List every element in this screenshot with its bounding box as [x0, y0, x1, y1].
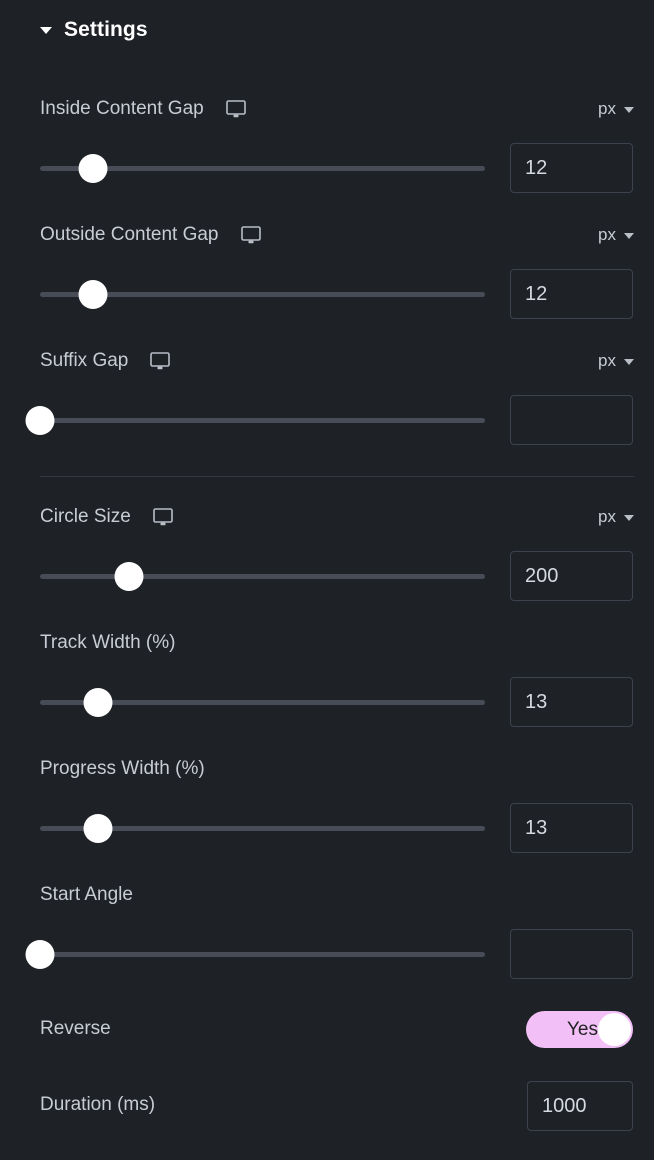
control-label: Suffix Gap — [40, 350, 129, 371]
unit-label: px — [598, 99, 616, 118]
control-header: Progress Width (%) — [40, 758, 634, 780]
control-label: Circle Size — [40, 506, 131, 527]
slider-track[interactable] — [40, 418, 485, 423]
settings-section-header[interactable]: Settings — [40, 18, 148, 42]
slider-track[interactable] — [40, 952, 485, 957]
control-label: Progress Width (%) — [40, 758, 205, 779]
value-input-suffix-gap[interactable] — [510, 395, 633, 445]
chevron-down-icon[interactable] — [624, 359, 634, 365]
desktop-monitor-icon[interactable] — [225, 100, 246, 118]
unit-select-inside-content-gap[interactable]: px — [598, 99, 634, 119]
chevron-down-icon[interactable] — [624, 107, 634, 113]
chevron-down-icon[interactable] — [624, 233, 634, 239]
slider-outside-content-gap[interactable] — [40, 277, 485, 311]
slider-inside-content-gap[interactable] — [40, 151, 485, 185]
control-header: Inside Content Gap px — [40, 98, 634, 120]
reverse-toggle[interactable]: Yes — [526, 1011, 633, 1048]
slider-handle[interactable] — [114, 562, 144, 591]
control-header: Start Angle — [40, 884, 634, 906]
unit-select-outside-content-gap[interactable]: px — [598, 225, 634, 245]
control-header: Outside Content Gap px — [40, 224, 634, 246]
slider-handle[interactable] — [78, 154, 108, 183]
slider-handle[interactable] — [25, 406, 55, 435]
control-header: Suffix Gap px — [40, 350, 634, 372]
desktop-monitor-icon[interactable] — [153, 508, 173, 526]
value-input-progress-width[interactable] — [510, 803, 633, 853]
value-input-inside-content-gap[interactable] — [510, 143, 633, 193]
control-header: Track Width (%) — [40, 632, 634, 654]
control-label: Start Angle — [40, 884, 133, 905]
section-divider — [40, 476, 634, 477]
chevron-down-icon[interactable] — [40, 26, 52, 34]
slider-handle[interactable] — [83, 688, 113, 717]
slider-suffix-gap[interactable] — [25, 403, 485, 437]
slider-circle-size[interactable] — [40, 559, 485, 593]
control-label: Inside Content Gap — [40, 98, 204, 119]
desktop-monitor-icon[interactable] — [240, 226, 261, 244]
unit-select-suffix-gap[interactable]: px — [598, 351, 634, 371]
value-input-outside-content-gap[interactable] — [510, 269, 633, 319]
slider-handle[interactable] — [78, 280, 108, 309]
unit-label: px — [598, 351, 616, 370]
control-label: Track Width (%) — [40, 632, 176, 653]
control-label: Reverse — [40, 1018, 111, 1039]
unit-label: px — [598, 507, 616, 526]
control-label: Duration (ms) — [40, 1094, 156, 1115]
slider-start-angle[interactable] — [25, 937, 485, 971]
value-input-circle-size[interactable] — [510, 551, 633, 601]
slider-progress-width[interactable] — [40, 811, 485, 845]
slider-handle[interactable] — [25, 940, 55, 969]
settings-panel: Settings Inside Content Gap px Outside C… — [0, 0, 654, 1160]
page-title: Settings — [64, 18, 148, 41]
slider-track[interactable] — [40, 574, 485, 579]
control-header: Circle Size px — [40, 506, 634, 528]
value-input-track-width[interactable] — [510, 677, 633, 727]
slider-handle[interactable] — [83, 814, 113, 843]
value-input-start-angle[interactable] — [510, 929, 633, 979]
chevron-down-icon[interactable] — [624, 515, 634, 521]
slider-track-width[interactable] — [40, 685, 485, 719]
control-label: Outside Content Gap — [40, 224, 219, 245]
desktop-monitor-icon[interactable] — [150, 352, 171, 370]
toggle-knob[interactable] — [598, 1013, 631, 1046]
unit-label: px — [598, 225, 616, 244]
value-input-duration[interactable] — [527, 1081, 633, 1131]
unit-select-circle-size[interactable]: px — [598, 507, 634, 527]
